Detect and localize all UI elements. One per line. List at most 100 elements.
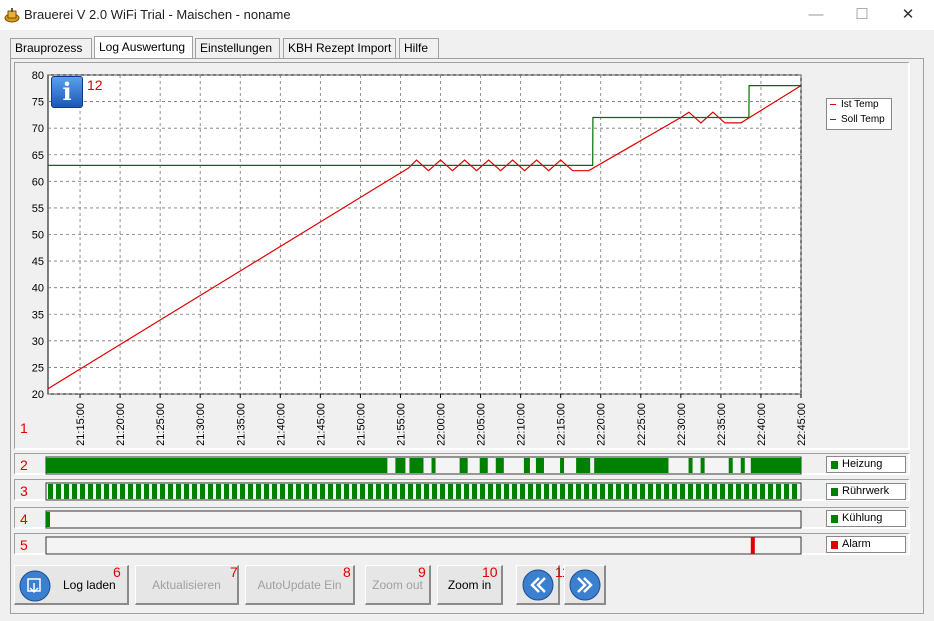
- status-segment: [664, 484, 669, 499]
- status-segment: [264, 484, 269, 499]
- status-segment: [328, 484, 333, 499]
- status-segment: [408, 484, 413, 499]
- heizung-swatch: [831, 461, 838, 469]
- x-tick-label: 21:35:00: [235, 403, 247, 446]
- status-segment: [488, 484, 493, 499]
- log-laden-label: Log laden: [63, 578, 116, 592]
- status-segment: [495, 458, 504, 473]
- kuehlung-label: Kühlung: [842, 512, 883, 524]
- marker-8: 8: [343, 564, 351, 580]
- x-tick-label: 21:55:00: [395, 403, 407, 446]
- log-laden-button[interactable]: Log laden: [14, 565, 129, 605]
- status-segment: [752, 484, 757, 499]
- status-segment: [120, 484, 125, 499]
- status-segment: [432, 484, 437, 499]
- app-icon: [4, 8, 20, 23]
- title-bar: Brauerei V 2.0 WiFi Trial - Maischen - n…: [0, 0, 934, 30]
- status-segment: [656, 484, 661, 499]
- tab-einstellungen[interactable]: Einstellungen: [195, 38, 280, 58]
- status-segment: [88, 484, 93, 499]
- status-segment: [479, 458, 488, 473]
- status-segment: [576, 458, 591, 473]
- status-segment: [392, 484, 397, 499]
- status-segment: [496, 484, 501, 499]
- y-tick-label: 70: [32, 123, 44, 135]
- status-segment: [640, 484, 645, 499]
- x-tick-label: 22:00:00: [436, 403, 448, 446]
- double-chevron-right-icon: [569, 569, 601, 601]
- x-tick-label: 21:30:00: [195, 403, 207, 446]
- status-segment: [520, 484, 525, 499]
- status-segment: [224, 484, 229, 499]
- status-segment: [144, 484, 149, 499]
- status-segment: [480, 484, 485, 499]
- status-segment: [700, 458, 705, 473]
- status-segment: [536, 484, 541, 499]
- status-segment: [64, 484, 69, 499]
- kuehlung-swatch: [831, 515, 838, 523]
- status-segment: [728, 458, 733, 473]
- status-segment: [760, 484, 765, 499]
- status-segment: [80, 484, 85, 499]
- legend-heizung: Heizung: [826, 456, 906, 473]
- scroll-right-button[interactable]: [564, 565, 606, 605]
- status-segment: [632, 484, 637, 499]
- plot-area: [47, 74, 802, 395]
- x-tick-label: 21:15:00: [75, 403, 87, 446]
- status-segment: [112, 484, 117, 499]
- autoupdate-button[interactable]: AutoUpdate Ein: [245, 565, 355, 605]
- status-segment: [768, 484, 773, 499]
- marker-9: 9: [418, 564, 426, 580]
- x-tick-label: 22:40:00: [756, 403, 768, 446]
- status-segment: [384, 484, 389, 499]
- x-tick-label: 21:45:00: [315, 403, 327, 446]
- window-title: Brauerei V 2.0 WiFi Trial - Maischen - n…: [24, 7, 291, 22]
- aktualisieren-label: Aktualisieren: [152, 578, 221, 592]
- status-segment: [576, 484, 581, 499]
- maximize-icon[interactable]: ☐: [839, 0, 885, 30]
- aktualisieren-button[interactable]: Aktualisieren: [135, 565, 239, 605]
- status-segment: [784, 484, 789, 499]
- status-segment: [184, 484, 189, 499]
- status-bars: [45, 456, 802, 555]
- alarm-label: Alarm: [842, 538, 871, 550]
- tab-kbh-rezept-import[interactable]: KBH Rezept Import: [283, 38, 396, 58]
- tab-hilfe[interactable]: Hilfe: [399, 38, 439, 58]
- status-segment: [504, 484, 509, 499]
- status-segment: [192, 484, 197, 499]
- status-segment: [744, 484, 749, 499]
- alarm-swatch: [831, 541, 838, 549]
- y-tick-label: 80: [32, 70, 44, 82]
- status-segment: [552, 484, 557, 499]
- tab-log-auswertung[interactable]: Log Auswertung: [94, 36, 193, 59]
- status-segment: [320, 484, 325, 499]
- close-icon[interactable]: ✕: [885, 0, 931, 30]
- status-segment: [424, 484, 429, 499]
- status-segment: [584, 484, 589, 499]
- x-tick-label: 21:20:00: [115, 403, 127, 446]
- x-tick-label: 22:20:00: [596, 403, 608, 446]
- marker-12: 12: [87, 77, 103, 93]
- y-tick-label: 75: [32, 97, 44, 109]
- status-segment: [448, 484, 453, 499]
- tab-brauprozess[interactable]: Brauprozess: [10, 38, 92, 58]
- status-segment: [395, 458, 406, 473]
- y-tick-label: 55: [32, 203, 44, 215]
- marker-10: 10: [482, 564, 498, 580]
- info-icon[interactable]: i: [51, 76, 83, 108]
- status-segment: [776, 484, 781, 499]
- x-tick-label: 22:15:00: [556, 403, 568, 446]
- legend-swatch-soll: [830, 119, 836, 120]
- x-tick-label: 21:25:00: [155, 403, 167, 446]
- scroll-left-button[interactable]: [516, 565, 560, 605]
- status-segment: [688, 484, 693, 499]
- status-segment: [46, 512, 51, 527]
- status-segment: [248, 484, 253, 499]
- y-tick-label: 60: [32, 176, 44, 188]
- status-segment: [736, 484, 741, 499]
- status-segment: [168, 484, 173, 499]
- y-tick-label: 50: [32, 230, 44, 242]
- status-segment: [48, 484, 53, 499]
- minimize-icon[interactable]: —: [793, 0, 839, 30]
- status-segment: [740, 458, 745, 473]
